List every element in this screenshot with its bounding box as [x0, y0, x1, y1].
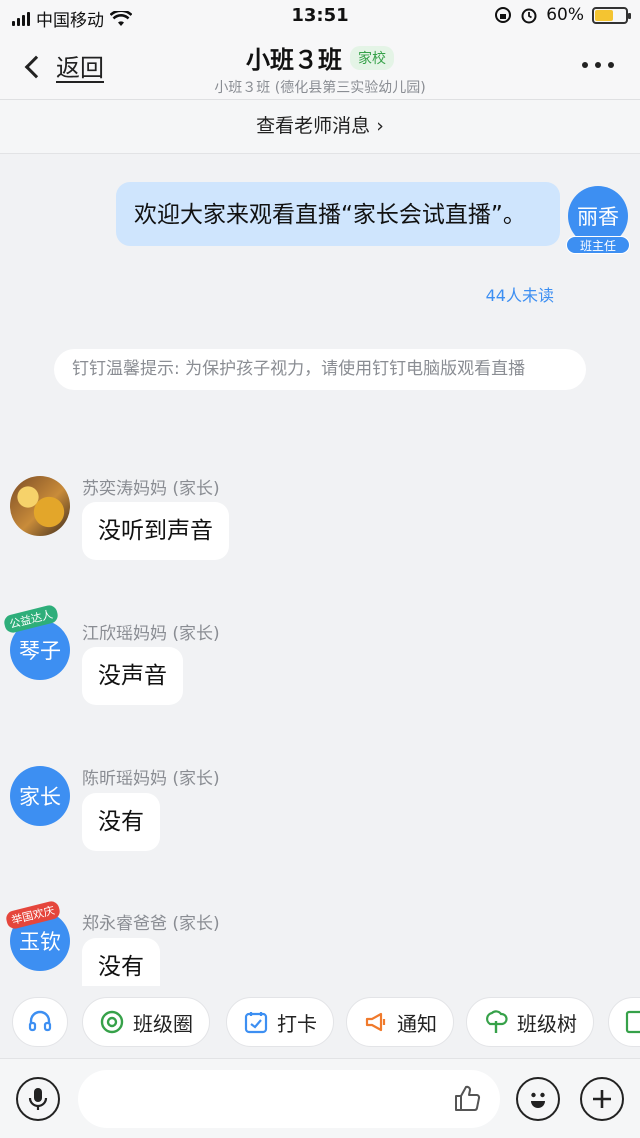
message-bubble[interactable]: 没有: [82, 793, 160, 851]
avatar[interactable]: 家长: [10, 766, 70, 826]
megaphone-icon: [365, 1012, 386, 1032]
calendar-check-icon: [244, 1012, 268, 1034]
class-circle-button[interactable]: 班级圈: [82, 997, 210, 1047]
notice-button[interactable]: 通知: [346, 997, 454, 1047]
message-bubble[interactable]: 没有: [82, 938, 160, 986]
add-button[interactable]: [580, 1077, 624, 1121]
own-message-bubble[interactable]: 欢迎大家来观看直播“家长会试直播”。: [116, 182, 560, 246]
more-actions-button[interactable]: [608, 997, 640, 1047]
thumbs-up-icon[interactable]: [452, 1083, 482, 1113]
chip-label: 通知: [397, 1011, 437, 1036]
sender-name: 江欣瑶妈妈 (家长): [82, 624, 220, 644]
plus-icon: [593, 1090, 611, 1108]
message-input[interactable]: [78, 1070, 500, 1128]
group-name: 小班３班: [246, 46, 342, 74]
nav-header: 返回 小班３班 家校 小班３班 (德化县第三实验幼儿园): [0, 34, 640, 100]
emoji-button[interactable]: [516, 1077, 560, 1121]
class-tree-button[interactable]: 班级树: [466, 997, 594, 1047]
sender-name: 陈昕瑶妈妈 (家长): [82, 769, 220, 789]
avatar-photo[interactable]: [10, 476, 70, 536]
battery-percent: 60%: [546, 5, 584, 25]
check-in-button[interactable]: 打卡: [226, 997, 334, 1047]
document-icon: [625, 1010, 640, 1034]
role-badge: 班主任: [566, 236, 630, 254]
voice-button[interactable]: [16, 1077, 60, 1121]
more-options-icon[interactable]: [582, 62, 614, 68]
tree-icon: [486, 1010, 508, 1033]
headset-button[interactable]: [12, 997, 68, 1047]
unread-count[interactable]: 44人未读: [486, 282, 554, 306]
group-subtitle: 小班３班 (德化县第三实验幼儿园): [214, 80, 426, 96]
status-bar: 中国移动 13:51 60%: [0, 0, 640, 34]
battery-icon: [592, 6, 631, 24]
chip-label: 打卡: [277, 1011, 317, 1036]
view-teacher-messages-button[interactable]: 查看老师消息 ›: [0, 100, 640, 154]
chip-label: 班级树: [517, 1011, 577, 1036]
sender-name: 郑永睿爸爸 (家长): [82, 914, 220, 934]
quick-action-bar: 班级圈 打卡 通知 班级树: [0, 986, 640, 1058]
sender-name: 苏奕涛妈妈 (家长): [82, 479, 220, 499]
chip-label: 班级圈: [133, 1011, 193, 1036]
class-circle-icon: [100, 1010, 124, 1034]
page-title: 小班３班 家校: [246, 40, 394, 75]
microphone-icon: [28, 1088, 48, 1110]
group-tag: 家校: [350, 45, 394, 70]
smiley-icon: [531, 1092, 545, 1108]
headset-icon: [28, 1010, 52, 1032]
message-bubble[interactable]: 没声音: [82, 647, 183, 705]
status-right: 60%: [494, 5, 631, 25]
system-tip: 钉钉温馨提示: 为保护孩子视力，请使用钉钉电脑版观看直播: [54, 349, 586, 390]
input-bar: [0, 1058, 640, 1138]
message-bubble[interactable]: 没听到声音: [82, 502, 229, 560]
alarm-icon: [521, 8, 537, 24]
rotation-lock-icon: [495, 7, 512, 23]
title-block: 小班３班 家校 小班３班 (德化县第三实验幼儿园): [0, 40, 640, 97]
